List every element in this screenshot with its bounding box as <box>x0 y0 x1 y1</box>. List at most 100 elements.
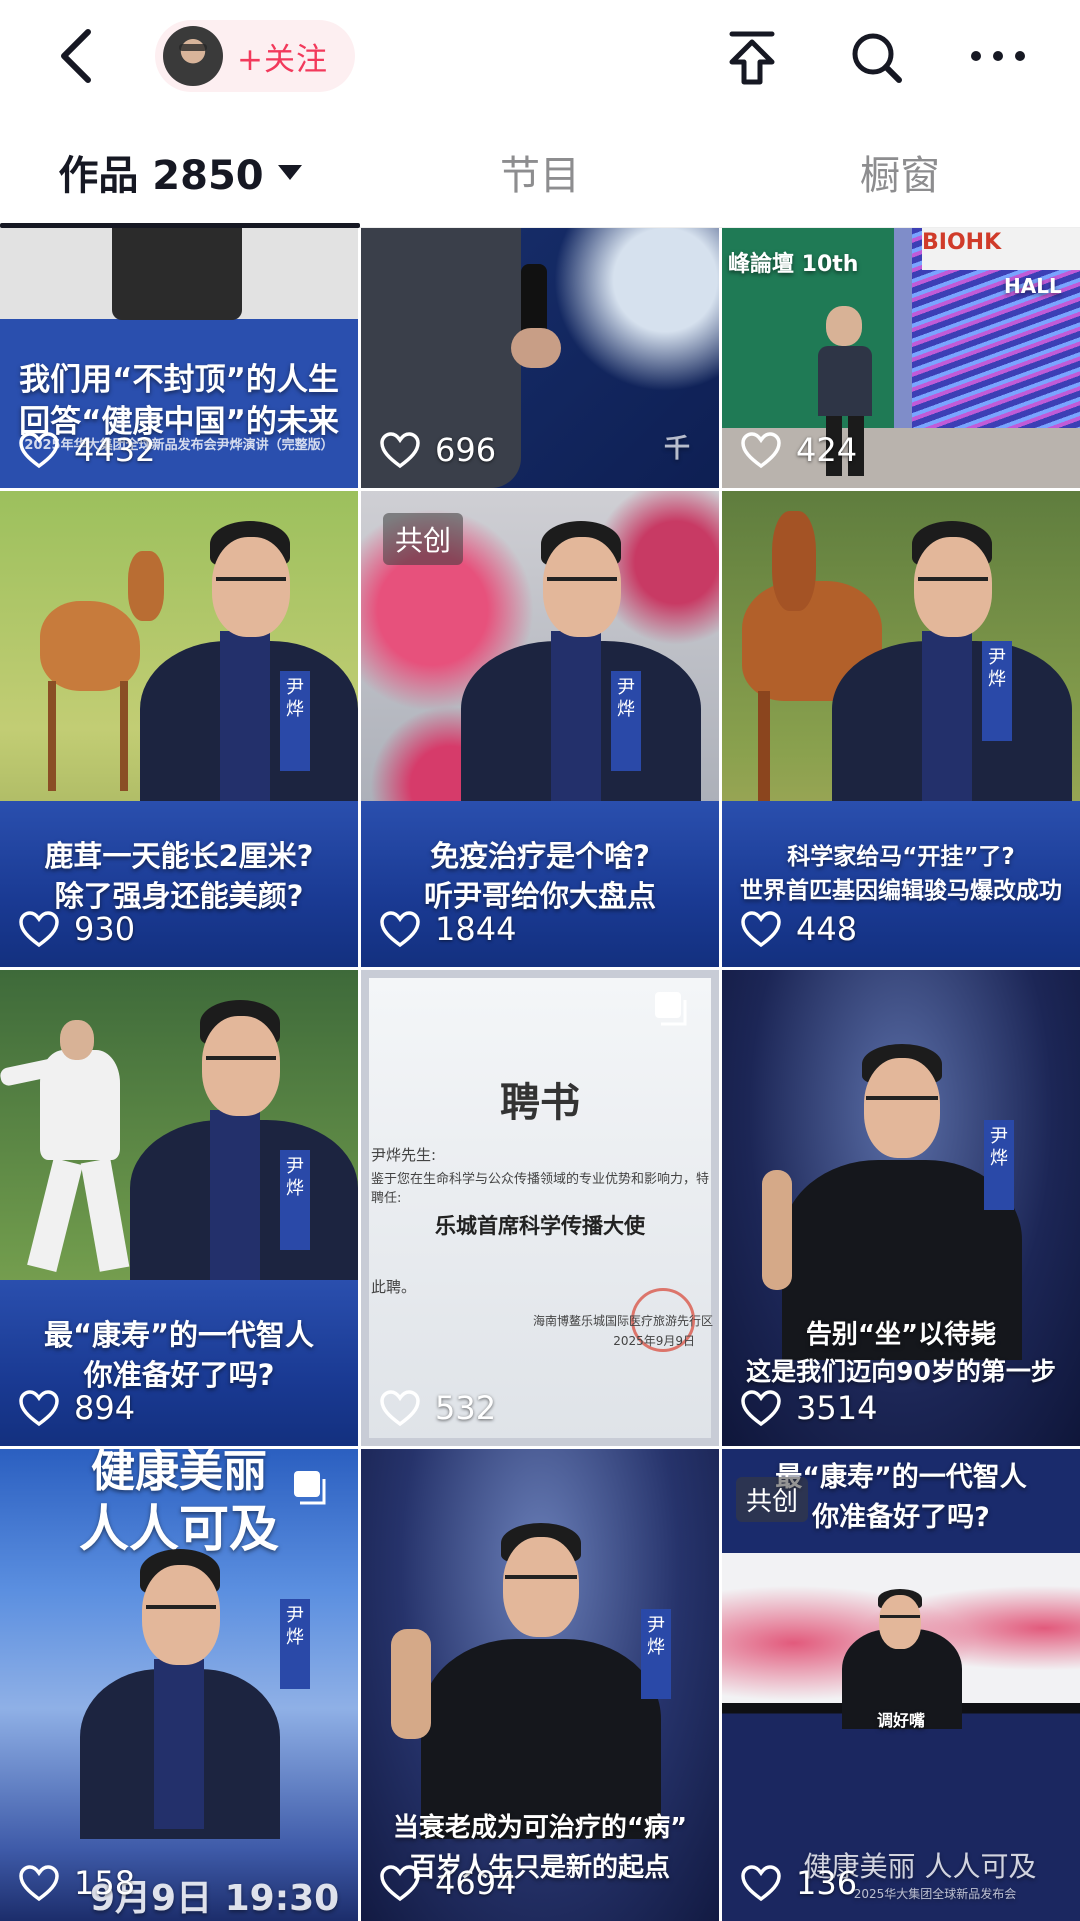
multi-image-icon <box>290 1467 330 1507</box>
like-count-value: 894 <box>74 1389 136 1427</box>
tab-showcase-label: 橱窗 <box>860 153 940 199</box>
like-count: 424 <box>740 428 857 472</box>
like-count-value: 930 <box>74 910 136 948</box>
like-count-value: 532 <box>435 1389 497 1427</box>
tab-works-label: 作品 2850 <box>58 153 264 199</box>
tab-works[interactable]: 作品 2850 <box>0 116 360 228</box>
sign-text: BIOHK <box>922 230 1002 255</box>
name-sash: 尹烨 <box>641 1609 671 1699</box>
presenter: 尹烨 <box>461 491 719 811</box>
heart-icon <box>380 1865 420 1902</box>
heart-icon <box>380 432 420 469</box>
follow-button[interactable]: +关注 <box>155 20 355 92</box>
video-caption: 这是我们迈向90岁的第一步 <box>746 1357 1056 1386</box>
name-sash: 尹烨 <box>280 671 310 771</box>
name-sash: 尹烨 <box>984 1120 1014 1210</box>
like-count: 448 <box>740 907 857 951</box>
top-bar: +关注 <box>0 0 1080 116</box>
like-count: 696 <box>379 428 496 472</box>
like-count: 532 <box>379 1386 496 1430</box>
video-tile[interactable]: 尹烨 鹿茸一天能长2厘米? 除了强身还能美颜? 930 <box>0 491 358 967</box>
presenter: 尹烨 <box>832 491 1080 811</box>
profile-tabs: 作品 2850 节目 橱窗 <box>0 116 1080 228</box>
like-count-value: 4432 <box>74 431 156 469</box>
video-caption: 免疫治疗是个啥? <box>430 839 650 873</box>
certificate-issuer: 海南博鳌乐城国际医疗旅游先行区 <box>532 1314 713 1328</box>
name-sash: 尹烨 <box>982 641 1012 741</box>
like-count: 894 <box>18 1386 135 1430</box>
more-icon[interactable] <box>966 26 1030 90</box>
video-tile[interactable]: 尹烨 共创 免疫治疗是个啥? 听尹哥给你大盘点 1844 <box>361 491 719 967</box>
video-tile[interactable]: 尹烨 告别“坐”以待毙 这是我们迈向90岁的第一步 3514 <box>722 970 1080 1446</box>
tab-programs-label: 节目 <box>500 153 580 199</box>
search-icon[interactable] <box>845 26 909 90</box>
name-sash: 尹烨 <box>280 1599 310 1689</box>
video-tile[interactable]: BIOHK HALL 峰論壇 10th 424 <box>722 228 1080 488</box>
like-count-value: 136 <box>796 1864 858 1902</box>
share-upload-icon[interactable] <box>720 26 784 90</box>
name-sash: 尹烨 <box>280 1150 310 1250</box>
like-count-value: 696 <box>435 431 497 469</box>
overlay-text: 峰論壇 10th <box>728 252 859 277</box>
presenter: 尹烨 <box>130 970 358 1290</box>
video-caption: 告别“坐”以待毙 <box>805 1320 997 1350</box>
certificate-role: 乐城首席科学传播大使 <box>435 1213 645 1238</box>
like-count-value: 158 <box>74 1864 136 1902</box>
like-count-value: 1844 <box>435 910 517 948</box>
video-caption: 世界首匹基因编辑骏马爆改成功 <box>740 878 1062 904</box>
presenter: 尹烨 <box>140 491 358 811</box>
like-count: 4694 <box>379 1861 516 1905</box>
video-tile[interactable]: 健康美丽 人人可及 尹烨 9月9日 19:30 158 <box>0 1449 358 1921</box>
back-arrow-icon[interactable] <box>52 24 112 88</box>
like-count-value: 4694 <box>435 1864 517 1902</box>
like-count: 136 <box>740 1861 857 1905</box>
like-count: 1844 <box>379 907 516 951</box>
video-caption: 最“康寿”的一代智人 <box>43 1318 315 1352</box>
heart-icon <box>19 911 59 948</box>
video-caption: 我们用“不封顶”的人生 <box>19 362 339 398</box>
heart-icon <box>380 911 420 948</box>
video-tile[interactable]: 尹烨 最“康寿”的一代智人 你准备好了吗? 894 <box>0 970 358 1446</box>
heart-icon <box>19 1865 59 1902</box>
co-creation-badge: 共创 <box>736 1477 809 1522</box>
like-count: 158 <box>18 1861 135 1905</box>
video-caption: 当衰老成为可治疗的“病” <box>392 1813 688 1843</box>
certificate-date: 2025年9月9日 <box>613 1334 695 1348</box>
overlay-text: 千 <box>663 434 690 464</box>
heart-icon <box>380 1390 420 1427</box>
follow-label: +关注 <box>237 41 328 78</box>
video-tile[interactable]: 尹烨 当衰老成为可治疗的“病” 百岁人生只是新的起点 4694 <box>361 1449 719 1921</box>
video-tile[interactable]: 我们用“不封顶”的人生 回答“健康中国”的未来 2025年华大集团全球新品发布会… <box>0 228 358 488</box>
sign-text: HALL <box>1004 274 1062 298</box>
video-tile[interactable]: 聘书 尹烨先生: 鉴于您在生命科学与公众传播领域的专业优势和影响力，特聘任: 乐… <box>361 970 719 1446</box>
subtitle-text: 调好嘴 <box>876 1711 925 1730</box>
like-count-value: 448 <box>796 910 858 948</box>
heart-icon <box>741 1865 781 1902</box>
like-count: 4432 <box>18 428 155 472</box>
heart-icon <box>19 1390 59 1427</box>
heart-icon <box>741 1390 781 1427</box>
presenter <box>391 1499 681 1839</box>
presenter <box>80 1519 310 1839</box>
video-tile[interactable]: 最“康寿”的一代智人 你准备好了吗? 共创 调好嘴 健康美丽 人人可及 2025… <box>722 1449 1080 1921</box>
tab-showcase[interactable]: 橱窗 <box>720 116 1080 228</box>
certificate-body: 鉴于您在生命科学与公众传播领域的专业优势和影响力，特聘任: <box>371 1172 710 1206</box>
heart-icon <box>741 911 781 948</box>
like-count-value: 424 <box>796 431 858 469</box>
name-sash: 尹烨 <box>611 671 641 771</box>
certificate-title: 聘书 <box>500 1079 580 1126</box>
video-tile[interactable]: 尹烨 科学家给马“开挂”了? 世界首匹基因编辑骏马爆改成功 448 <box>722 491 1080 967</box>
tab-programs[interactable]: 节目 <box>360 116 720 228</box>
like-count-value: 3514 <box>796 1389 878 1427</box>
multi-image-icon <box>651 988 691 1028</box>
like-count: 930 <box>18 907 135 951</box>
caret-down-icon[interactable] <box>277 164 302 180</box>
avatar[interactable] <box>163 26 223 86</box>
like-count: 3514 <box>740 1386 877 1430</box>
co-creation-badge: 共创 <box>383 513 464 565</box>
video-caption: 鹿茸一天能长2厘米? <box>44 839 314 873</box>
video-tile[interactable]: 千 696 <box>361 228 719 488</box>
certificate-greeting: 尹烨先生: <box>371 1146 437 1164</box>
video-caption: 科学家给马“开挂”了? <box>787 844 1015 870</box>
heart-icon <box>19 432 59 469</box>
